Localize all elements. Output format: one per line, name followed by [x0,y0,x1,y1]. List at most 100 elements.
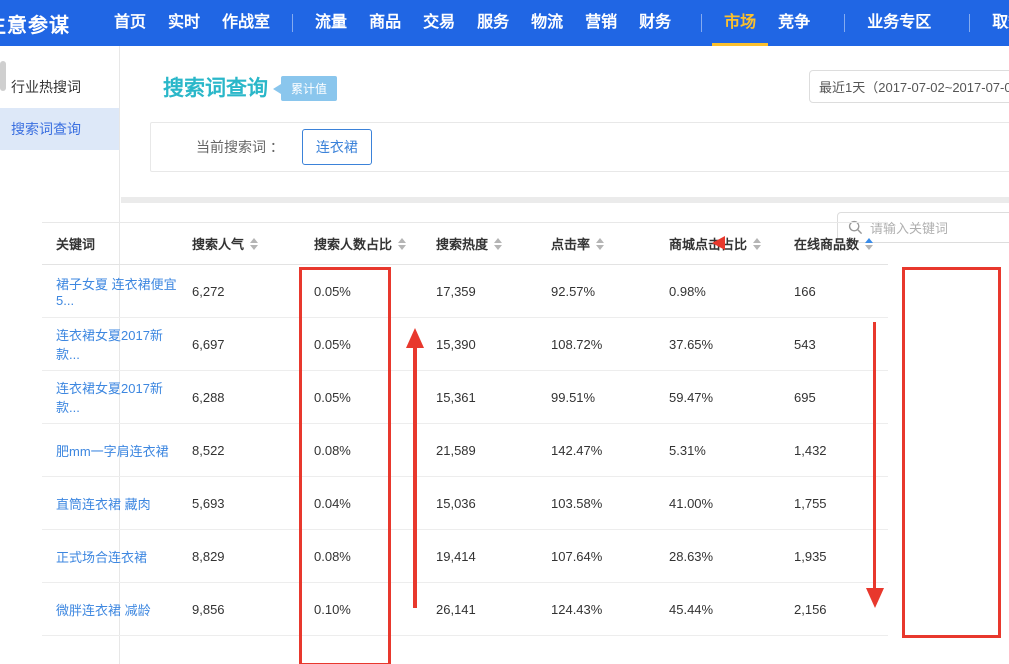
nav-item-营销[interactable]: 营销 [585,0,617,46]
metric-cell: 0.98% [649,265,782,318]
keyword-table: 关键词 搜索人气 搜索人数占比 搜索热度 点击率 商城点击占比 在线商品数 裙子女夏 连衣裙… [42,222,888,636]
keyword-cell: 微胖连衣裙 减龄 [42,583,179,636]
metric-cell: 26,141 [414,583,529,636]
nav-item-实时[interactable]: 实时 [168,0,200,46]
keyword-link[interactable]: 微胖连衣裙 减龄 [56,603,151,618]
metric-cell: 166 [782,265,888,318]
sort-caret-up-icon [753,238,761,243]
nav-item-取数[interactable]: 取数 [992,0,1009,46]
keyword-link[interactable]: 连衣裙女夏2017新款... [56,328,163,362]
column-label: 搜索热度 [436,234,488,253]
metric-cell: 9,856 [179,583,269,636]
keyword-cell: 肥mm一字肩连衣裙 [42,424,179,477]
table-row: 连衣裙女夏2017新款...6,2880.05%15,36199.51%59.4… [42,371,888,424]
column-label: 在线商品数 [794,234,859,253]
sort-caret-up-icon [596,238,604,243]
metric-cell: 0.08% [269,530,414,583]
metric-cell: 543 [782,318,888,371]
nav-item-服务[interactable]: 服务 [477,0,509,46]
sidebar-item-搜索词查询[interactable]: 搜索词查询 [0,108,119,150]
metric-cell: 0.05% [269,318,414,371]
current-term-label: 当前搜索词 ： [196,137,284,157]
metric-cell: 15,361 [414,371,529,424]
column-header-关键词: 关键词 [42,223,179,265]
metric-cell: 15,036 [414,477,529,530]
sort-caret-down-icon [753,245,761,250]
sort-carets-icon[interactable] [596,238,604,250]
metric-cell: 21,589 [414,424,529,477]
sort-carets-icon[interactable] [398,238,406,250]
sort-caret-down-icon [865,245,873,250]
metric-cell: 92.57% [529,265,649,318]
column-header-点击率[interactable]: 点击率 [529,223,649,265]
nav-separator [701,14,702,32]
badge-arrow-icon [273,84,281,94]
column-header-搜索人数占比[interactable]: 搜索人数占比 [269,223,414,265]
current-term-tag[interactable]: 连衣裙 [302,129,372,165]
sort-carets-icon[interactable] [250,238,258,250]
column-label: 关键词 [56,234,95,253]
keyword-link[interactable]: 肥mm一字肩连衣裙 [56,444,169,459]
sidebar-item-行业热搜词[interactable]: 行业热搜词 [0,66,119,108]
keyword-link[interactable]: 裙子女夏 连衣裙便宜5... [56,277,177,308]
nav-item-流量[interactable]: 流量 [315,0,347,46]
metric-cell: 108.72% [529,318,649,371]
sidebar-scrollbar-thumb[interactable] [0,61,6,91]
keyword-link[interactable]: 连衣裙女夏2017新款... [56,381,163,415]
current-term-panel: 当前搜索词 ： 连衣裙 [150,122,1009,172]
column-label: 搜索人数占比 [314,234,392,253]
metric-cell: 2,156 [782,583,888,636]
metric-cell: 0.10% [269,583,414,636]
metric-cell: 6,697 [179,318,269,371]
badge-label: 累计值 [281,76,337,101]
metric-cell: 8,829 [179,530,269,583]
column-header-商城点击占比[interactable]: 商城点击占比 [649,223,782,265]
metric-cell: 59.47% [649,371,782,424]
metric-cell: 107.64% [529,530,649,583]
keyword-cell: 直筒连衣裙 藏肉 [42,477,179,530]
table-header-row: 关键词 搜索人气 搜索人数占比 搜索热度 点击率 商城点击占比 在线商品数 [42,223,888,265]
metric-cell: 17,359 [414,265,529,318]
date-range-selector[interactable]: 最近1天（2017-07-02~2017-07-02 [809,70,1009,103]
sort-caret-up-icon [250,238,258,243]
nav-item-交易[interactable]: 交易 [423,0,455,46]
keyword-link[interactable]: 正式场合连衣裙 [56,550,147,565]
sort-carets-icon[interactable] [865,238,873,250]
sort-caret-down-icon [596,245,604,250]
page-title: 搜索词查询 [163,72,268,102]
nav-separator [292,14,293,32]
metric-cell: 41.00% [649,477,782,530]
sort-caret-down-icon [398,245,406,250]
nav-item-竞争[interactable]: 竞争 [778,0,810,46]
column-label: 搜索人气 [192,234,244,253]
nav-item-作战室[interactable]: 作战室 [222,0,270,46]
sort-carets-icon[interactable] [494,238,502,250]
column-label: 商城点击占比 [669,234,747,253]
metric-cell: 0.08% [269,424,414,477]
top-nav: 生意参谋 首页实时作战室流量商品交易服务物流营销财务 市场竞争 业务专区 取数 [0,0,1009,46]
nav-item-市场[interactable]: 市场 [724,0,756,46]
metric-cell: 19,414 [414,530,529,583]
sort-caret-up-icon [865,238,873,243]
nav-item-物流[interactable]: 物流 [531,0,563,46]
metric-cell: 0.05% [269,371,414,424]
table-row: 直筒连衣裙 藏肉5,6930.04%15,036103.58%41.00%1,7… [42,477,888,530]
table-row: 连衣裙女夏2017新款...6,6970.05%15,390108.72%37.… [42,318,888,371]
column-header-搜索热度[interactable]: 搜索热度 [414,223,529,265]
app-logo: 生意参谋 [0,9,70,38]
nav-separator [969,14,970,32]
sort-carets-icon[interactable] [753,238,761,250]
nav-separator [844,14,845,32]
column-header-在线商品数[interactable]: 在线商品数 [782,223,888,265]
column-header-搜索人气[interactable]: 搜索人气 [179,223,269,265]
section-divider [121,197,1009,203]
nav-item-业务专区[interactable]: 业务专区 [867,0,931,46]
nav-item-首页[interactable]: 首页 [114,0,146,46]
page: 生意参谋 首页实时作战室流量商品交易服务物流营销财务 市场竞争 业务专区 取数 行业热… [0,0,1009,664]
nav-item-商品[interactable]: 商品 [369,0,401,46]
keyword-link[interactable]: 直筒连衣裙 藏肉 [56,497,151,512]
sort-caret-down-icon [250,245,258,250]
nav-item-财务[interactable]: 财务 [639,0,671,46]
nav-items: 首页实时作战室流量商品交易服务物流营销财务 市场竞争 业务专区 取数 [92,0,1009,46]
metric-cell: 45.44% [649,583,782,636]
